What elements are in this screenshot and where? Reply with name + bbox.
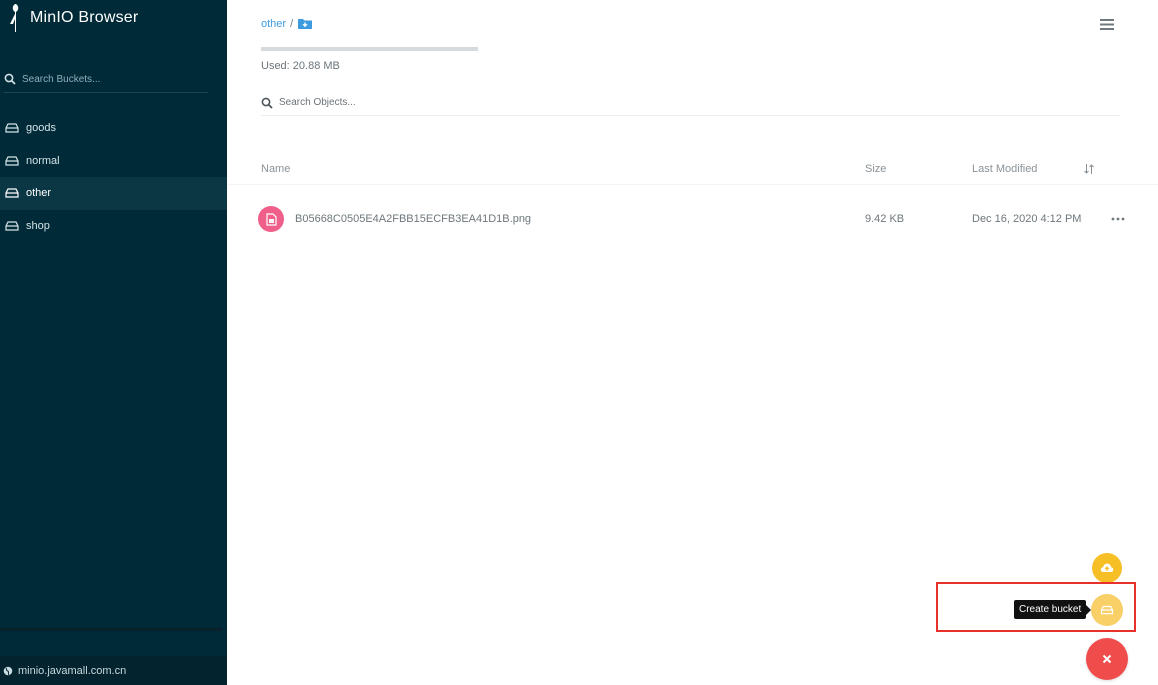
search-icon (4, 73, 16, 85)
column-header-size[interactable]: Size (865, 163, 886, 175)
minio-logo-icon (10, 4, 19, 32)
sidebar: MinIO Browser goods normal other shop (0, 0, 227, 685)
upload-file-button[interactable] (1092, 553, 1122, 583)
object-name[interactable]: B05668C0505E4A2FBB15ECFB3EA41D1B.png (295, 213, 531, 225)
create-bucket-tooltip: Create bucket (1014, 600, 1092, 619)
object-search[interactable] (261, 90, 1120, 116)
bucket-label: goods (26, 122, 56, 135)
object-last-modified: Dec 16, 2020 4:12 PM (972, 213, 1082, 225)
cloud-upload-icon (1100, 563, 1114, 572)
bucket-icon (5, 221, 19, 231)
file-glyph-icon (265, 212, 277, 226)
logo: MinIO Browser (6, 0, 138, 36)
close-icon (1102, 654, 1112, 664)
storage-usage-fill (261, 47, 478, 51)
bucket-item-goods[interactable]: goods (0, 112, 227, 145)
hamburger-menu-icon[interactable] (1100, 18, 1114, 31)
close-fab-button[interactable] (1086, 638, 1128, 680)
bucket-item-other[interactable]: other (0, 177, 227, 210)
search-icon (261, 97, 273, 109)
breadcrumb: other / (261, 18, 313, 30)
breadcrumb-bucket[interactable]: other (261, 18, 286, 30)
bucket-icon (1100, 605, 1114, 615)
create-bucket-button[interactable] (1091, 594, 1123, 626)
storage-usage-text: Used: 20.88 MB (261, 60, 340, 72)
image-file-icon (258, 206, 284, 232)
sort-icon[interactable] (1083, 163, 1095, 175)
column-header-last-modified[interactable]: Last Modified (972, 163, 1037, 175)
bucket-list: goods normal other shop (0, 112, 227, 242)
breadcrumb-separator: / (290, 18, 294, 30)
object-size: 9.42 KB (865, 213, 905, 225)
bucket-search[interactable] (4, 66, 208, 93)
bucket-label: other (26, 187, 52, 200)
server-host: minio.javamall.com.cn (18, 664, 127, 677)
storage-usage-bar (261, 47, 478, 51)
object-search-input[interactable] (279, 97, 679, 108)
table-header: Name Size Last Modified (227, 154, 1158, 185)
bucket-item-normal[interactable]: normal (0, 145, 227, 178)
main-content: other / Used: 20.88 MB Name Size Last Mo… (227, 0, 1158, 685)
globe-icon (3, 666, 13, 675)
sidebar-footer: minio.javamall.com.cn (0, 656, 227, 685)
app-title: MinIO Browser (30, 9, 139, 26)
bucket-search-input[interactable] (22, 73, 202, 85)
add-folder-icon[interactable] (297, 18, 313, 30)
bucket-label: shop (26, 219, 50, 232)
bucket-icon (5, 188, 19, 198)
table-row[interactable]: B05668C0505E4A2FBB15ECFB3EA41D1B.png 9.4… (227, 198, 1158, 242)
sidebar-divider (0, 628, 222, 631)
bucket-label: normal (26, 154, 60, 167)
bucket-item-shop[interactable]: shop (0, 210, 227, 243)
bucket-icon (5, 123, 19, 133)
more-dots-icon[interactable] (1111, 216, 1125, 222)
bucket-icon (5, 156, 19, 166)
column-header-name[interactable]: Name (261, 163, 290, 175)
